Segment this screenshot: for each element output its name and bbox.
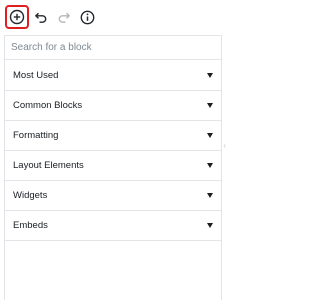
category-common-blocks[interactable]: Common Blocks — [5, 91, 221, 121]
info-icon — [80, 10, 94, 24]
category-formatting[interactable]: Formatting — [5, 121, 221, 151]
edge-chevron-icon: ‹ — [223, 141, 226, 150]
caret-down-icon — [207, 133, 213, 138]
category-most-used[interactable]: Most Used — [5, 61, 221, 91]
category-label: Embeds — [13, 220, 48, 231]
category-layout-elements[interactable]: Layout Elements — [5, 151, 221, 181]
block-inserter-panel: Most Used Common Blocks Formatting Layou… — [4, 35, 222, 300]
category-label: Widgets — [13, 190, 48, 201]
category-widgets[interactable]: Widgets — [5, 181, 221, 211]
caret-down-icon — [207, 103, 213, 108]
block-category-list: Most Used Common Blocks Formatting Layou… — [5, 61, 221, 241]
undo-icon — [35, 12, 47, 23]
info-button[interactable] — [76, 6, 98, 28]
editor-toolbar — [0, 0, 227, 34]
redo-icon — [58, 12, 70, 23]
category-label: Most Used — [13, 70, 59, 81]
caret-down-icon — [207, 223, 213, 228]
plus-circle-icon — [9, 9, 25, 25]
caret-down-icon — [207, 73, 213, 78]
block-search — [5, 36, 221, 60]
undo-button[interactable] — [31, 6, 51, 28]
category-label: Common Blocks — [13, 100, 83, 111]
redo-button[interactable] — [54, 6, 74, 28]
category-embeds[interactable]: Embeds — [5, 211, 221, 241]
caret-down-icon — [207, 163, 213, 168]
block-search-input[interactable] — [5, 36, 221, 59]
category-label: Layout Elements — [13, 160, 84, 171]
caret-down-icon — [207, 193, 213, 198]
category-label: Formatting — [13, 130, 59, 141]
add-block-button[interactable] — [5, 5, 29, 29]
